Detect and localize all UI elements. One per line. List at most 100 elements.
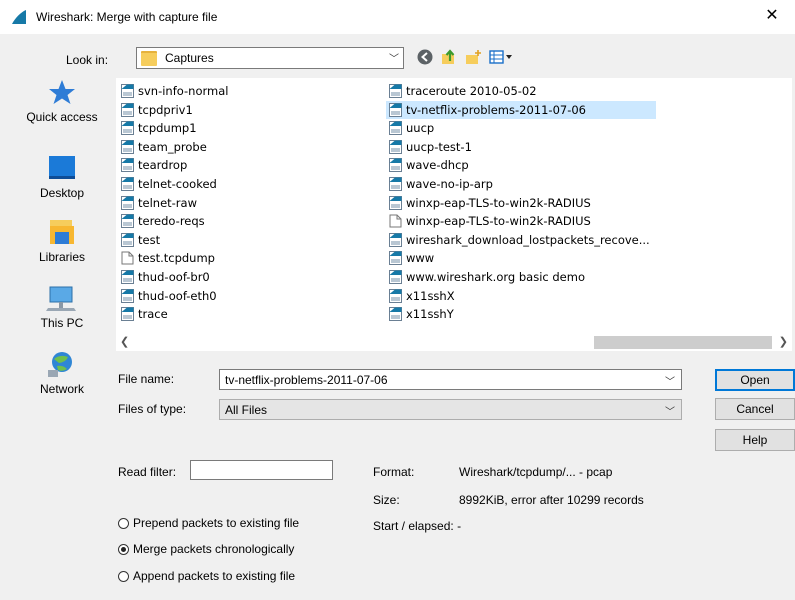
file-name-text: team_probe <box>138 139 207 154</box>
place-quick-access[interactable]: Quick access <box>17 78 107 124</box>
file-list-item[interactable]: tcpdpriv1 <box>118 101 378 120</box>
file-name-label: File name: <box>118 372 175 386</box>
file-name-text: test.tcpdump <box>138 251 215 266</box>
cancel-button[interactable]: Cancel <box>715 398 795 420</box>
horizontal-scrollbar[interactable]: ❮ ❯ <box>116 334 792 351</box>
file-list-item[interactable]: www.wireshark.org basic demo <box>386 268 656 287</box>
up-folder-icon[interactable] <box>440 48 458 66</box>
wireshark-fin-icon <box>12 10 26 24</box>
file-list-item[interactable]: test <box>118 231 378 250</box>
capture-file-icon <box>389 251 402 266</box>
file-type-select[interactable]: All Files ﹀ <box>219 399 682 420</box>
capture-file-icon <box>389 195 402 210</box>
computer-icon <box>46 286 76 311</box>
capture-file-icon <box>389 269 402 284</box>
file-list-item[interactable]: wave-dhcp <box>386 156 656 175</box>
file-column-right: traceroute 2010-05-02 tv-netflix-problems… <box>386 82 656 324</box>
file-name-text: trace <box>138 307 168 322</box>
size-label: Size: <box>373 493 400 507</box>
file-name-text: uucp <box>406 121 435 136</box>
view-menu-icon[interactable] <box>488 48 514 66</box>
merge-label: Merge packets chronologically <box>133 542 295 556</box>
file-name-text: wireshark_download_lostpackets_recove... <box>406 232 650 247</box>
file-name-text: www <box>406 251 435 266</box>
capture-file-icon <box>121 158 134 173</box>
file-list-item[interactable]: test.tcpdump <box>118 249 378 268</box>
file-list-item[interactable]: traceroute 2010-05-02 <box>386 82 656 101</box>
prepend-label: Prepend packets to existing file <box>133 516 300 530</box>
prepend-radio[interactable]: Prepend packets to existing file <box>118 516 299 530</box>
append-label: Append packets to existing file <box>133 569 296 583</box>
radio-button-selected-icon[interactable] <box>118 543 129 555</box>
merge-chronologically-radio[interactable]: Merge packets chronologically <box>118 542 294 556</box>
read-filter-input[interactable] <box>190 460 333 480</box>
file-list-item[interactable]: wireshark_download_lostpackets_recove... <box>386 231 656 250</box>
capture-file-icon <box>389 232 402 247</box>
capture-file-icon <box>121 307 134 322</box>
open-button[interactable]: Open <box>715 369 795 391</box>
capture-file-icon <box>121 176 134 191</box>
scroll-right-icon[interactable]: ❯ <box>779 335 788 348</box>
place-label: This PC <box>40 316 84 330</box>
file-name-text: wave-dhcp <box>406 158 469 173</box>
places-bar: Quick access Desktop Libraries This PC N… <box>17 78 107 448</box>
file-type-value: All Files <box>225 403 268 417</box>
capture-file-icon <box>121 288 134 303</box>
file-name-text: tv-netflix-problems-2011-07-06 <box>406 102 586 117</box>
file-list-item[interactable]: trace <box>118 305 378 324</box>
file-name-value: tv-netflix-problems-2011-07-06 <box>225 373 388 387</box>
scroll-left-icon[interactable]: ❮ <box>120 335 129 348</box>
file-list-item[interactable]: svn-info-normal <box>118 82 378 101</box>
file-list-item[interactable]: x11sshX <box>386 287 656 306</box>
capture-file-icon <box>121 139 134 154</box>
start-elapsed-key: Start / elapsed: <box>373 519 454 533</box>
file-name-field[interactable]: tv-netflix-problems-2011-07-06 ﹀ <box>219 369 682 390</box>
file-list-item[interactable]: wave-no-ip-arp <box>386 175 656 194</box>
file-list-item[interactable]: www <box>386 249 656 268</box>
file-name-text: traceroute 2010-05-02 <box>406 84 537 98</box>
file-list-item[interactable]: thud-oof-eth0 <box>118 287 378 306</box>
network-icon <box>48 352 72 377</box>
window-title: Wireshark: Merge with capture file <box>36 10 218 24</box>
append-radio[interactable]: Append packets to existing file <box>118 569 295 583</box>
file-list-item[interactable]: tcpdump1 <box>118 119 378 138</box>
plain-file-icon <box>121 251 134 265</box>
file-list-item[interactable]: uucp <box>386 119 656 138</box>
format-value: Wireshark/tcpdump/... - pcap <box>459 465 613 479</box>
file-name-text: winxp-eap-TLS-to-win2k-RADIUS <box>406 214 591 229</box>
libraries-icon <box>50 220 74 244</box>
file-name-text: tcpdump1 <box>138 121 197 136</box>
place-desktop[interactable]: Desktop <box>17 154 107 200</box>
capture-file-icon <box>389 102 402 117</box>
look-in-combo[interactable]: Captures ﹀ <box>136 47 404 69</box>
place-network[interactable]: Network <box>17 350 107 396</box>
chevron-down-icon[interactable]: ﹀ <box>665 373 675 388</box>
file-list-item[interactable]: telnet-cooked <box>118 175 378 194</box>
file-list-item[interactable]: telnet-raw <box>118 194 378 213</box>
scrollbar-thumb[interactable] <box>594 336 772 349</box>
file-list-item[interactable]: x11sshY <box>386 305 656 324</box>
file-list-item[interactable]: winxp-eap-TLS-to-win2k-RADIUS <box>386 212 656 231</box>
file-list-item[interactable]: tv-netflix-problems-2011-07-06 <box>386 100 656 120</box>
file-name-text: teardrop <box>138 158 188 173</box>
place-label: Libraries <box>38 250 86 264</box>
file-column-left: svn-info-normal tcpdpriv1 tcpdump1 team_pro… <box>118 82 378 324</box>
capture-file-icon <box>121 214 134 229</box>
file-list-item[interactable]: winxp-eap-TLS-to-win2k-RADIUS <box>386 194 656 213</box>
file-list-item[interactable]: team_probe <box>118 138 378 157</box>
close-icon[interactable]: ✕ <box>749 0 795 34</box>
radio-button-icon[interactable] <box>118 517 129 529</box>
file-list-item[interactable]: uucp-test-1 <box>386 138 656 157</box>
new-folder-icon[interactable] <box>464 48 482 66</box>
place-this-pc[interactable]: This PC <box>17 284 107 330</box>
help-button[interactable]: Help <box>715 429 795 451</box>
place-libraries[interactable]: Libraries <box>17 218 107 264</box>
file-list-item[interactable]: teardrop <box>118 156 378 175</box>
file-list[interactable]: svn-info-normal tcpdpriv1 tcpdump1 team_pro… <box>116 78 792 334</box>
file-list-item[interactable]: thud-oof-br0 <box>118 268 378 287</box>
radio-button-icon[interactable] <box>118 570 129 582</box>
back-icon[interactable] <box>416 48 434 66</box>
capture-file-icon <box>389 139 402 154</box>
capture-file-icon <box>121 232 134 247</box>
file-list-item[interactable]: teredo-reqs <box>118 212 378 231</box>
